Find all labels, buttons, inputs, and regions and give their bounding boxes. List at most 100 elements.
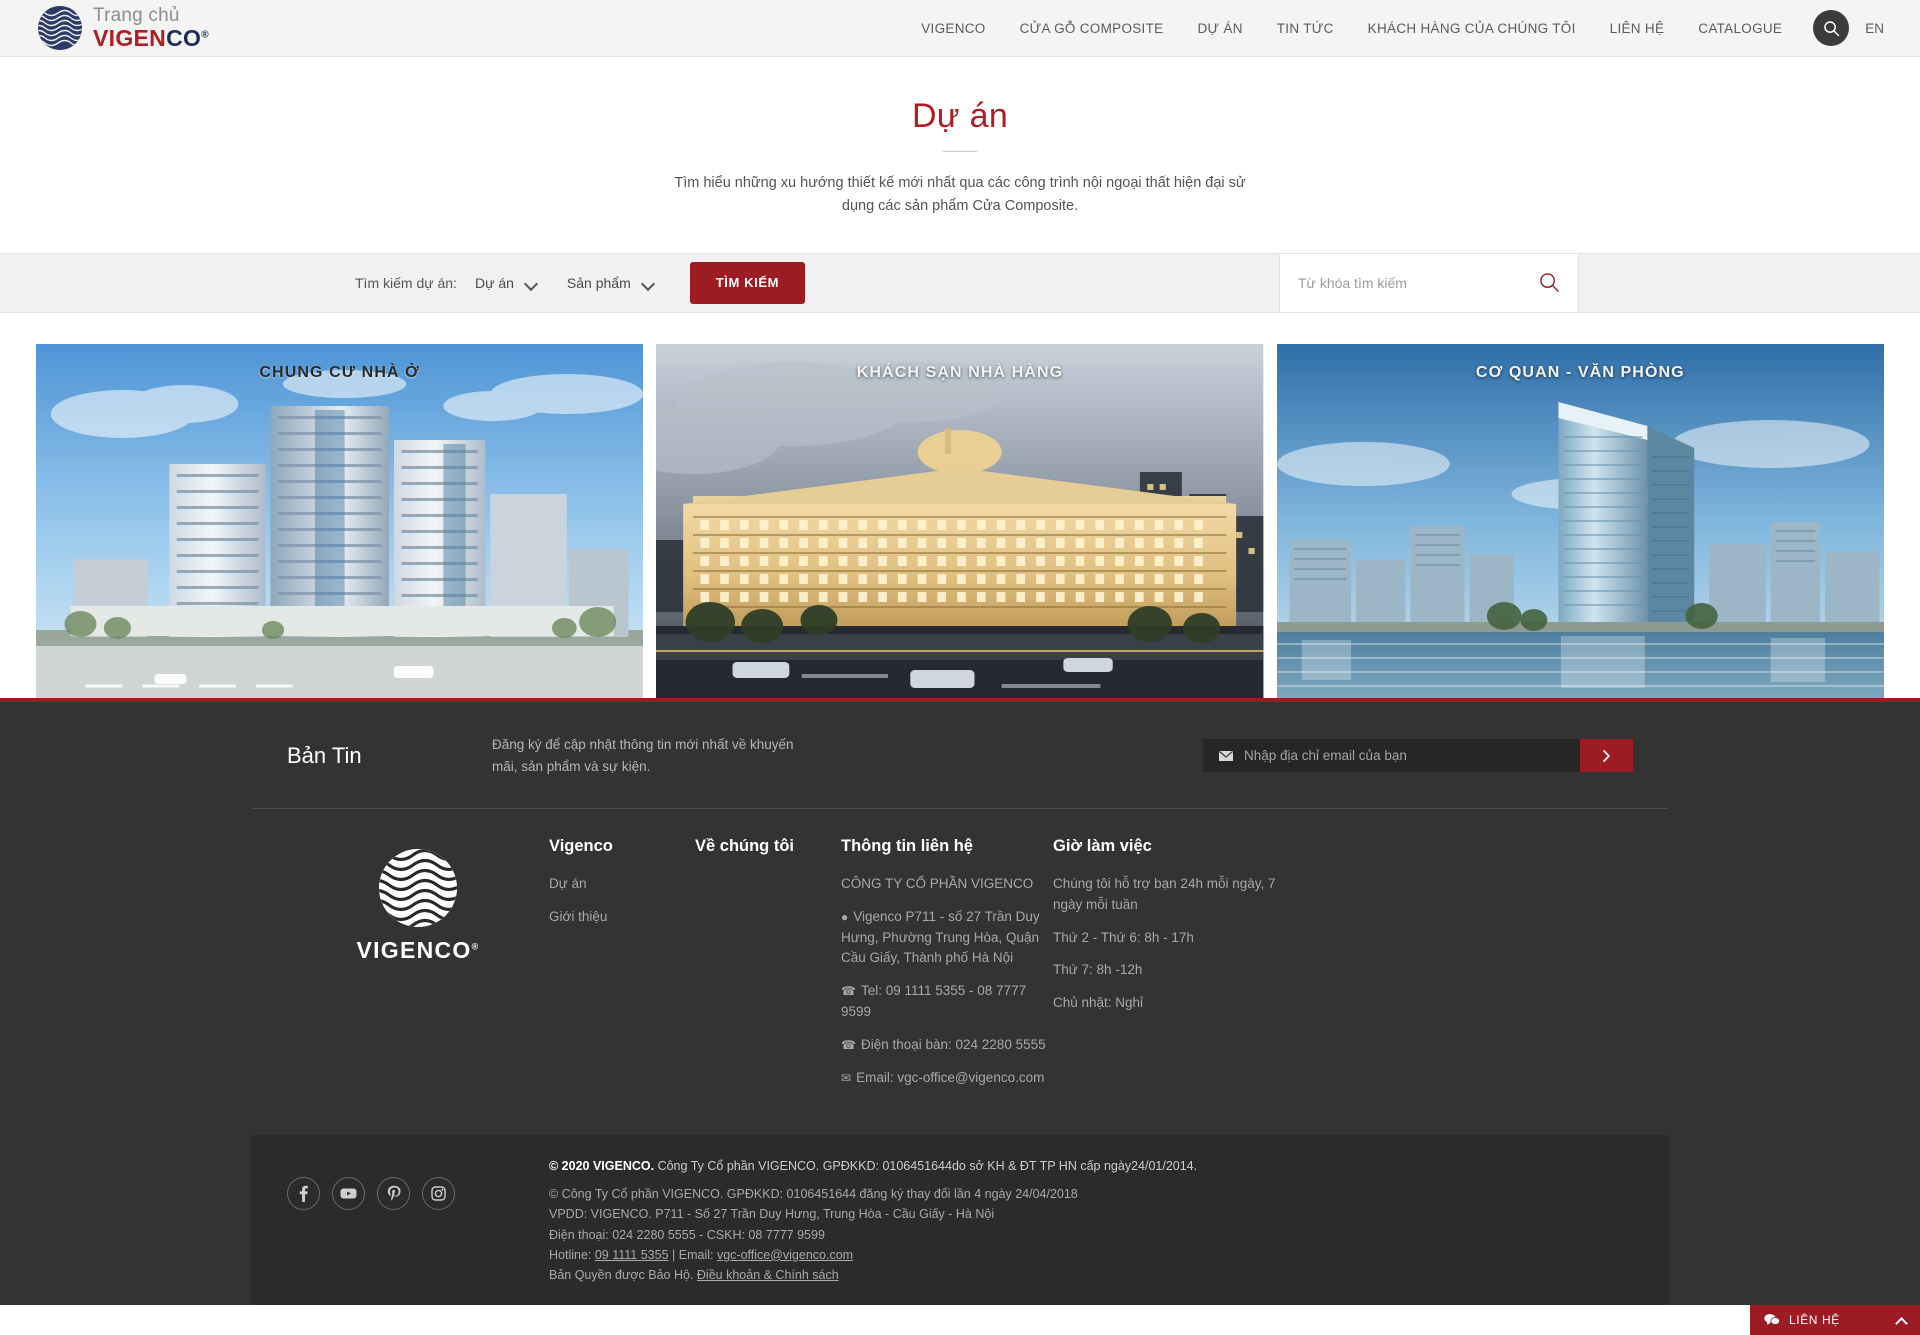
project-filter-bar: Tìm kiếm dự án: Dự án Sản phẩm TÌM KIẾM	[0, 252, 1920, 313]
footer-column-contact: Thông tin liên hệ CÔNG TY CỔ PHẦN VIGENC…	[841, 837, 1053, 1101]
filter-search-button[interactable]: TÌM KIẾM	[689, 261, 806, 304]
chevron-up-icon[interactable]	[1897, 1316, 1906, 1325]
card-label: CƠ QUAN - VĂN PHÒNG	[1475, 363, 1685, 381]
card-chung-cu-nha-o[interactable]: CHUNG CƯ NHÀ Ở	[36, 343, 644, 698]
hotel-building-image	[656, 343, 1264, 698]
pinterest-icon[interactable]	[377, 1177, 410, 1211]
card-label: CHUNG CƯ NHÀ Ở	[259, 363, 420, 381]
email-link[interactable]: vgc-office@vigenco.com	[717, 1248, 853, 1262]
legal-line-6: Bản Quyền được Bảo Hộ. Điều khoản & Chín…	[549, 1265, 1633, 1285]
brand-registered-mark: ®	[201, 29, 209, 41]
chat-bubble-icon	[1764, 1314, 1780, 1325]
hotline-link[interactable]: 09 1111 5355	[595, 1248, 669, 1262]
legal-text: © 2020 VIGENCO. Công Ty Cổ phần VIGENCO.…	[549, 1159, 1633, 1285]
footer-landline: ☎ Điện thoại bàn: 024 2280 5555	[841, 1035, 1053, 1056]
vigenco-logo-icon	[379, 848, 457, 927]
nav-item-cua-go-composite[interactable]: CỬA GỖ COMPOSITE	[1003, 21, 1181, 36]
footer-heading-vigenco: Vigenco	[549, 836, 613, 855]
project-category-cards: CHUNG CƯ NHÀ Ở KHÁCH SẠN NHÀ HÀNG CƠ QUA…	[0, 313, 1920, 698]
legal-block: © Công Ty Cổ phần VIGENCO. GPĐKKD: 01064…	[549, 1184, 1633, 1285]
footer-tel-text: Tel: 09 1111 5355 - 08 7777 9599	[841, 983, 1027, 1020]
footer-link-du-an[interactable]: Dự án	[549, 874, 695, 895]
nav-item-catalogue[interactable]: CATALOGUE	[1681, 21, 1799, 36]
brand-name-vi: VIGEN	[93, 25, 167, 51]
chevron-right-icon	[1602, 749, 1610, 762]
footer-logo-registered: ®	[471, 941, 480, 952]
newsletter-title: Bản Tin	[287, 742, 362, 768]
email-label: | Email:	[668, 1247, 717, 1262]
title-divider	[943, 151, 977, 152]
instagram-icon[interactable]	[422, 1177, 455, 1211]
terms-policy-link[interactable]: Điều khoản & Chính sách	[697, 1268, 839, 1282]
footer-logo-text: VIGENCO	[356, 936, 472, 963]
hotline-label: Hotline:	[549, 1247, 595, 1262]
page-root: Trang chủ VIGENCO® VIGENCO CỬA GỖ COMPOS…	[0, 0, 1920, 1335]
brand-name-co: CO	[166, 25, 202, 51]
search-icon[interactable]	[1539, 272, 1560, 293]
nav-item-du-an[interactable]: DỰ ÁN	[1180, 21, 1259, 36]
copyright-notice: Bản Quyền được Bảo Hộ.	[549, 1268, 697, 1283]
footer-email: ✉ Email: vgc-office@vigenco.com	[841, 1068, 1053, 1089]
copyright-rest: Công Ty Cổ phần VIGENCO. GPĐKKD: 0106451…	[657, 1159, 1198, 1174]
filter-controls: Tìm kiếm dự án: Dự án Sản phẩm TÌM KIẾM	[355, 261, 806, 304]
language-switcher[interactable]: EN	[1865, 21, 1892, 36]
nav-item-vigenco[interactable]: VIGENCO	[904, 21, 1002, 36]
footer-heading-about: Về chúng tôi	[695, 836, 794, 855]
header-search-button[interactable]	[1813, 10, 1850, 46]
youtube-icon[interactable]	[332, 1177, 365, 1211]
footer-address-text: Vigenco P711 - số 27 Trần Duy Hưng, Phườ…	[841, 908, 1040, 966]
copyright-bold: © 2020 VIGENCO.	[549, 1159, 655, 1174]
search-icon	[1823, 20, 1839, 36]
brand-top-label: Trang chủ	[93, 5, 180, 26]
brand-name: VIGENCO®	[93, 27, 209, 50]
footer-hours-line: Chúng tôi hỗ trợ bạn 24h mỗi ngày, 7 ngà…	[1053, 875, 1276, 912]
newsletter-input-wrap	[1203, 739, 1580, 773]
footer-link-gioi-thieu[interactable]: Giới thiệu	[549, 907, 695, 928]
phone-icon: ☎	[841, 1038, 856, 1053]
office-building-image	[1276, 343, 1884, 698]
facebook-icon[interactable]	[287, 1177, 320, 1211]
main-navigation: VIGENCO CỬA GỖ COMPOSITE DỰ ÁN TIN TỨC K…	[904, 10, 1892, 46]
footer-tel: ☎ Tel: 09 1111 5355 - 08 7777 9599	[841, 981, 1053, 1023]
nav-item-lien-he[interactable]: LIÊN HỆ	[1593, 21, 1682, 36]
vigenco-logo-icon	[38, 6, 82, 50]
footer-landline-text: Điện thoại bàn: 024 2280 5555	[860, 1037, 1046, 1053]
project-type-select-value: Dự án	[474, 274, 514, 291]
page-title: Dự án	[911, 97, 1009, 135]
footer-hours-line: Thứ 7: 8h -12h	[1053, 962, 1143, 978]
product-type-select-value: Sản phẩm	[566, 274, 631, 291]
site-header: Trang chủ VIGENCO® VIGENCO CỬA GỖ COMPOS…	[0, 0, 1920, 57]
nav-item-tin-tuc[interactable]: TIN TỨC	[1260, 21, 1351, 36]
newsletter-description: Đăng ký để cập nhật thông tin mới nhất v…	[492, 736, 794, 774]
footer-logo: VIGENCO®	[287, 837, 549, 1101]
footer-column-hours: Giờ làm việc Chúng tôi hỗ trợ bạn 24h mỗ…	[1053, 837, 1283, 1101]
footer-address: ● Vigenco P711 - số 27 Trần Duy Hưng, Phư…	[841, 907, 1053, 970]
legal-line-3: VPDD: VIGENCO. P711 - Số 27 Trần Duy Hưn…	[549, 1207, 995, 1222]
product-type-select[interactable]: Sản phẩm	[567, 275, 654, 291]
project-type-select[interactable]: Dự án	[475, 275, 537, 291]
chat-widget-label: LIÊN HỆ	[1789, 1313, 1840, 1327]
brand-logo[interactable]: Trang chủ VIGENCO®	[38, 6, 209, 50]
card-label: KHÁCH SẠN NHÀ HÀNG	[856, 363, 1064, 381]
newsletter-email-input[interactable]	[1244, 748, 1564, 764]
legal-line-5: Hotline: 09 1111 5355 | Email: vgc-offic…	[549, 1245, 1633, 1265]
newsletter-form	[1203, 739, 1633, 773]
newsletter-section: Bản Tin Đăng ký để cập nhật thông tin mớ…	[251, 702, 1669, 809]
brand-text: Trang chủ VIGENCO®	[93, 6, 209, 50]
footer-column-about: Về chúng tôi	[695, 837, 841, 1101]
keyword-search-box	[1279, 253, 1579, 312]
nav-item-khach-hang[interactable]: KHÁCH HÀNG CỦA CHÚNG TÔI	[1351, 21, 1593, 36]
card-khach-san-nha-hang[interactable]: KHÁCH SẠN NHÀ HÀNG	[656, 343, 1264, 698]
envelope-icon	[1219, 750, 1233, 761]
page-header-block: Dự án Tìm hiểu những xu hướng thiết kế m…	[0, 57, 1920, 253]
footer-hours-line: Chủ nhật: Nghỉ	[1053, 995, 1144, 1011]
chat-contact-widget[interactable]: LIÊN HỆ	[1750, 1305, 1920, 1335]
keyword-search-input[interactable]	[1298, 274, 1539, 291]
footer-logo-name: VIGENCO®	[287, 937, 549, 964]
footer-company-name: CÔNG TY CỔ PHẦN VIGENCO	[841, 875, 1034, 891]
card-co-quan-van-phong[interactable]: CƠ QUAN - VĂN PHÒNG	[1276, 343, 1884, 698]
legal-line-2: © Công Ty Cổ phần VIGENCO. GPĐKKD: 01064…	[549, 1187, 1078, 1202]
page-subtitle: Tìm hiểu những xu hướng thiết kế mới nhấ…	[674, 175, 1246, 215]
newsletter-submit-button[interactable]	[1580, 739, 1633, 773]
footer-heading-hours: Giờ làm việc	[1053, 836, 1152, 855]
